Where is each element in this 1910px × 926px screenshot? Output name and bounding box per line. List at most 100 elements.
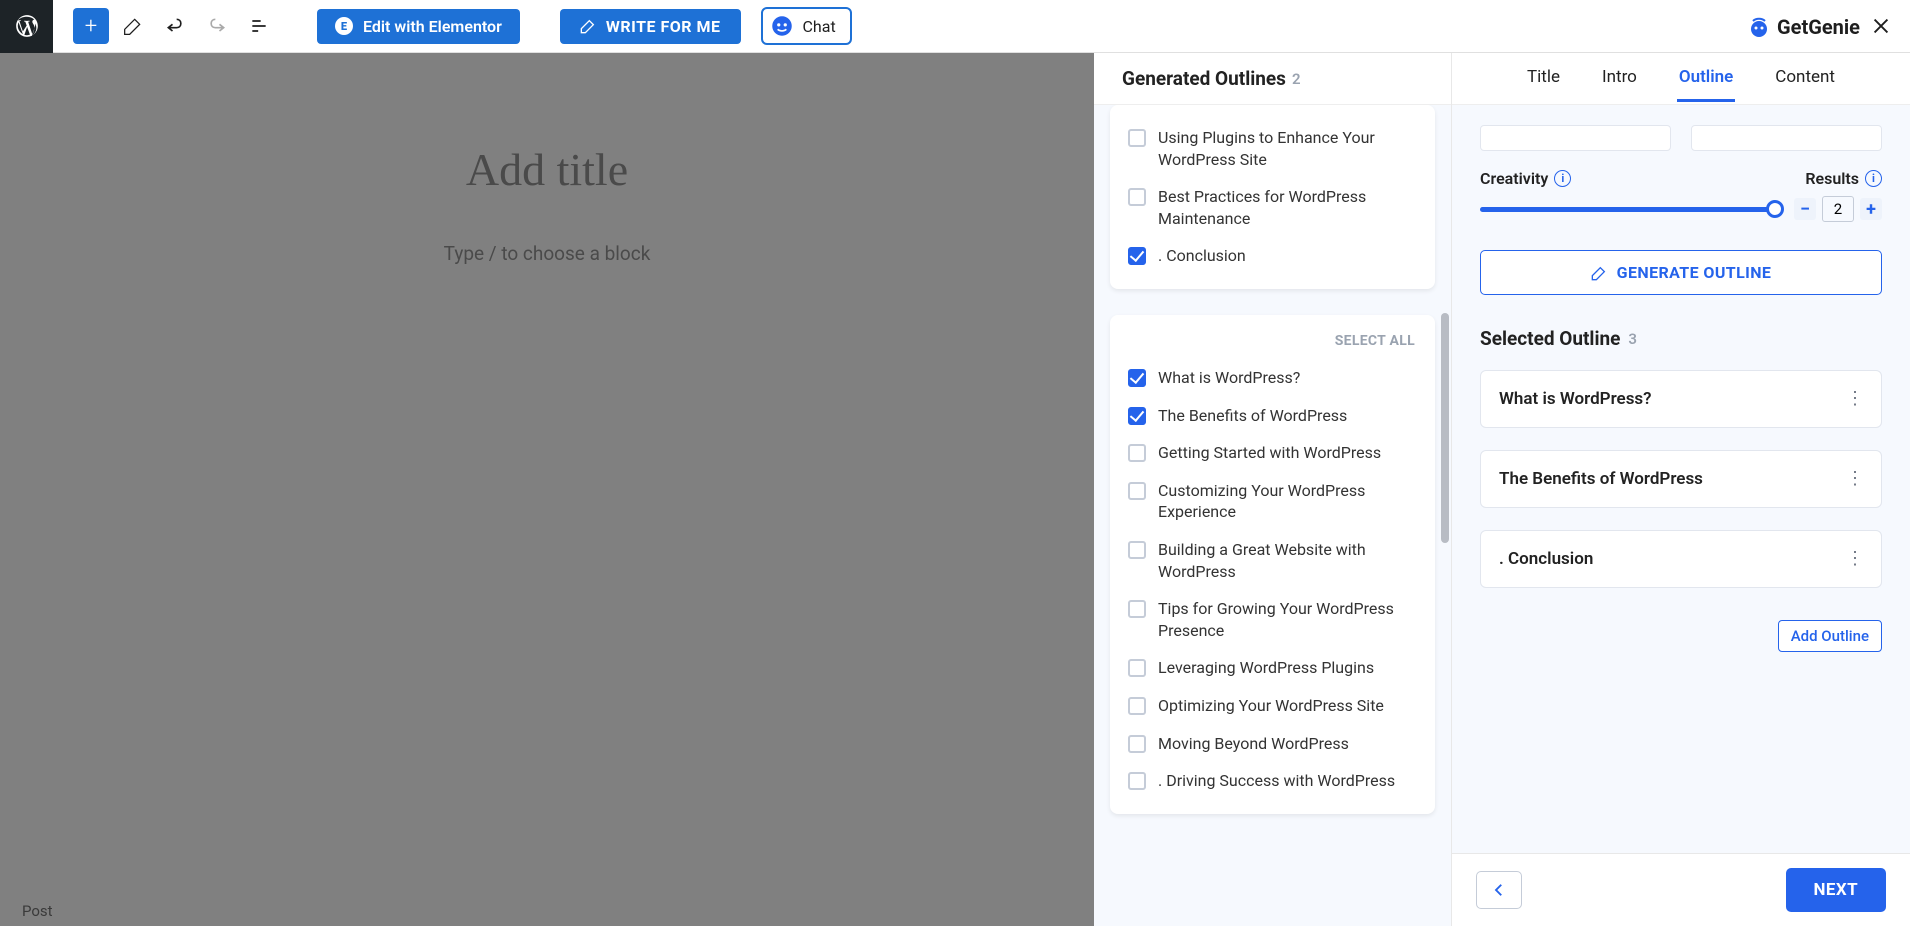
generated-heading: Generated Outlines 2 [1122, 67, 1301, 90]
generate-label: GENERATE OUTLINE [1617, 263, 1772, 282]
chat-button[interactable]: Chat [761, 7, 852, 45]
slider-knob[interactable] [1766, 200, 1784, 218]
redo-icon [207, 16, 227, 36]
selection-column: Title Intro Outline Content Creativity i Re… [1452, 53, 1910, 926]
tab-content[interactable]: Content [1773, 55, 1837, 102]
controls-area: Creativity i Results i − 2 + [1452, 105, 1910, 303]
write-for-me-button[interactable]: WRITE FOR ME [560, 9, 741, 44]
getgenie-panel: Generated Outlines 2 Using Plugins to En… [1094, 53, 1910, 926]
info-icon[interactable]: i [1554, 170, 1571, 187]
ghost-box [1691, 125, 1882, 151]
outline-checkbox[interactable] [1128, 129, 1146, 147]
close-panel-button[interactable] [1870, 15, 1892, 37]
results-stepper: − 2 + [1794, 196, 1882, 222]
outline-checkbox[interactable] [1128, 697, 1146, 715]
elementor-label: Edit with Elementor [363, 17, 502, 36]
getgenie-icon [1747, 15, 1771, 39]
outline-option-label: Optimizing Your WordPress Site [1158, 695, 1384, 717]
pencil-tool-button[interactable] [115, 8, 151, 44]
editor-inner: Add title Type / to choose a block [0, 53, 1094, 265]
selected-outline-item[interactable]: . Conclusion ⋮ [1480, 530, 1882, 588]
results-label-text: Results [1805, 169, 1859, 188]
add-outline-row: Add Outline [1452, 620, 1910, 652]
outline-option-label: Moving Beyond WordPress [1158, 733, 1349, 755]
outline-option-row: Optimizing Your WordPress Site [1124, 687, 1421, 725]
genie-chat-icon [769, 13, 795, 39]
results-value[interactable]: 2 [1822, 196, 1854, 222]
outline-option-label: Leveraging WordPress Plugins [1158, 657, 1374, 679]
tab-intro[interactable]: Intro [1600, 55, 1639, 102]
outline-option-label: Getting Started with WordPress [1158, 442, 1381, 464]
outline-option-label: Customizing Your WordPress Experience [1158, 480, 1417, 523]
outline-option-row: Building a Great Website with WordPress [1124, 531, 1421, 590]
editor-canvas[interactable]: Add title Type / to choose a block Post [0, 53, 1094, 926]
tab-outline[interactable]: Outline [1677, 55, 1735, 102]
outline-option-row: Getting Started with WordPress [1124, 434, 1421, 472]
outline-option-label: Using Plugins to Enhance Your WordPress … [1158, 127, 1417, 170]
selected-heading: Selected Outline 3 [1452, 303, 1910, 360]
decrement-button[interactable]: − [1794, 198, 1816, 220]
wordpress-logo[interactable] [0, 0, 53, 53]
outline-checkbox[interactable] [1128, 407, 1146, 425]
outline-option-row: What is WordPress? [1124, 359, 1421, 397]
outline-option-row: Moving Beyond WordPress [1124, 725, 1421, 763]
outline-option-row: Best Practices for WordPress Maintenance [1124, 178, 1421, 237]
scrollbar-thumb[interactable] [1441, 313, 1449, 543]
outline-checkbox[interactable] [1128, 772, 1146, 790]
top-toolbar: + E Edit with Elementor WRITE FOR ME Cha… [0, 0, 1910, 53]
controls-labels-row: Creativity i Results i [1480, 169, 1882, 188]
wordpress-icon [14, 13, 40, 39]
creativity-slider[interactable] [1480, 207, 1774, 212]
edit-with-elementor-button[interactable]: E Edit with Elementor [317, 9, 520, 44]
select-all-button[interactable]: SELECT ALL [1124, 329, 1421, 359]
generated-heading-text: Generated Outlines [1122, 67, 1286, 90]
kebab-menu-icon[interactable]: ⋮ [1846, 556, 1863, 562]
redo-button[interactable] [199, 8, 235, 44]
generated-scroll[interactable]: Using Plugins to Enhance Your WordPress … [1094, 105, 1451, 926]
next-button[interactable]: NEXT [1786, 868, 1886, 912]
generated-outlines-column: Generated Outlines 2 Using Plugins to En… [1094, 53, 1452, 926]
outline-option-row: The Benefits of WordPress [1124, 397, 1421, 435]
outline-option-label: Tips for Growing Your WordPress Presence [1158, 598, 1417, 641]
results-label: Results i [1805, 169, 1882, 188]
pencil-icon [123, 16, 143, 36]
outline-checkbox[interactable] [1128, 369, 1146, 387]
block-placeholder[interactable]: Type / to choose a block [0, 242, 1094, 265]
add-outline-button[interactable]: Add Outline [1778, 620, 1882, 652]
details-button[interactable] [241, 8, 277, 44]
brand-name: GetGenie [1777, 15, 1860, 39]
info-icon[interactable]: i [1865, 170, 1882, 187]
outline-checkbox[interactable] [1128, 188, 1146, 206]
add-block-button[interactable]: + [73, 8, 109, 44]
outline-option-row: Customizing Your WordPress Experience [1124, 472, 1421, 531]
outline-checkbox[interactable] [1128, 600, 1146, 618]
selected-count: 3 [1628, 330, 1637, 348]
write-label: WRITE FOR ME [606, 17, 721, 36]
kebab-menu-icon[interactable]: ⋮ [1846, 476, 1863, 482]
outline-checkbox[interactable] [1128, 541, 1146, 559]
undo-button[interactable] [157, 8, 193, 44]
post-title-input[interactable]: Add title [0, 143, 1094, 196]
outline-checkbox[interactable] [1128, 735, 1146, 753]
elementor-icon: E [335, 17, 353, 35]
tab-title[interactable]: Title [1525, 55, 1562, 102]
outline-checkbox[interactable] [1128, 444, 1146, 462]
chevron-left-icon [1490, 881, 1508, 899]
increment-button[interactable]: + [1860, 198, 1882, 220]
selected-outline-item[interactable]: The Benefits of WordPress⋮ [1480, 450, 1882, 508]
ghost-box [1480, 125, 1671, 151]
selected-item-text: . Conclusion [1499, 549, 1593, 569]
close-icon [1870, 15, 1892, 37]
pen-icon [580, 18, 596, 34]
selected-list: What is WordPress?⋮ The Benefits of WordP… [1452, 360, 1910, 620]
kebab-menu-icon[interactable]: ⋮ [1846, 396, 1863, 402]
generate-outline-button[interactable]: GENERATE OUTLINE [1480, 250, 1882, 295]
main-wrap: Add title Type / to choose a block Post … [0, 53, 1910, 926]
outline-checkbox[interactable] [1128, 247, 1146, 265]
outline-card: SELECT ALLWhat is WordPress?The Benefits… [1110, 315, 1435, 814]
outline-checkbox[interactable] [1128, 482, 1146, 500]
outline-checkbox[interactable] [1128, 659, 1146, 677]
selected-outline-item[interactable]: What is WordPress?⋮ [1480, 370, 1882, 428]
back-button[interactable] [1476, 871, 1522, 909]
outline-option-row: Leveraging WordPress Plugins [1124, 649, 1421, 687]
